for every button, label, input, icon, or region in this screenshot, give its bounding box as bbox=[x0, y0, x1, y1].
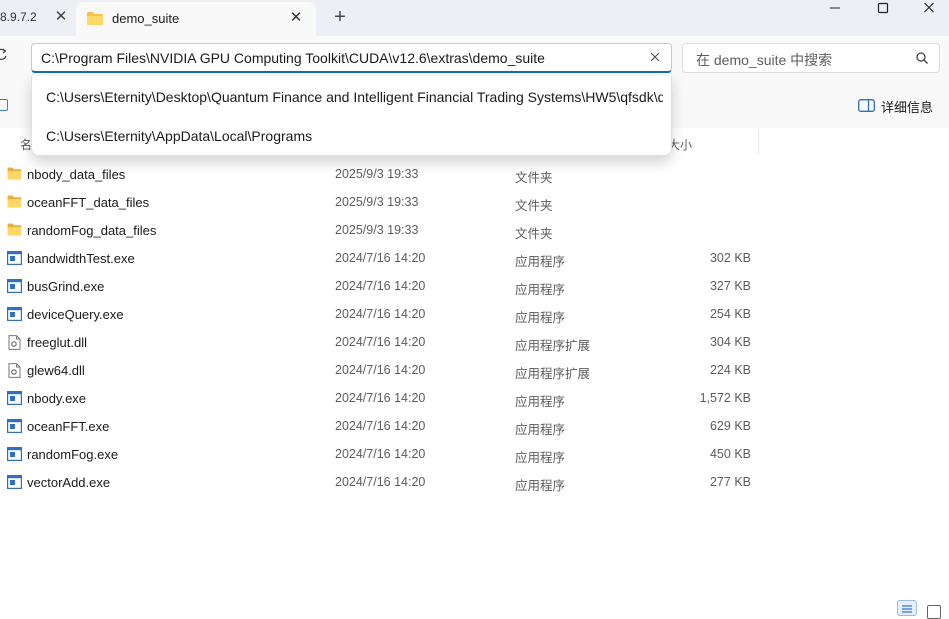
file-row[interactable]: randomFog.exe 2024/7/16 14:20 应用程序 450 KB bbox=[0, 440, 949, 468]
refresh-icon[interactable] bbox=[0, 48, 8, 66]
close-window-button[interactable] bbox=[906, 0, 949, 20]
file-date-modified: 2024/7/16 14:20 bbox=[335, 335, 426, 349]
folder-icon bbox=[7, 195, 22, 209]
address-path[interactable]: C:\Program Files\NVIDIA GPU Computing To… bbox=[41, 50, 545, 66]
minimize-button[interactable] bbox=[812, 0, 858, 20]
file-name: oceanFFT_data_files bbox=[27, 195, 150, 210]
tab-demo-suite[interactable]: demo_suite ✕ bbox=[76, 2, 316, 36]
file-row[interactable]: busGrind.exe 2024/7/16 14:20 应用程序 327 KB bbox=[0, 272, 949, 300]
details-view-button[interactable] bbox=[897, 600, 917, 616]
file-type: 文件夹 bbox=[515, 199, 553, 213]
file-name: glew64.dll bbox=[27, 363, 85, 378]
file-name: deviceQuery.exe bbox=[27, 307, 124, 322]
file-row[interactable]: glew64.dll 2024/7/16 14:20 应用程序扩展 224 KB bbox=[0, 356, 949, 384]
file-type: 应用程序扩展 bbox=[515, 367, 591, 381]
column-divider[interactable] bbox=[758, 130, 759, 154]
exe-icon bbox=[7, 475, 23, 490]
file-type: 应用程序扩展 bbox=[515, 339, 591, 353]
file-date-modified: 2024/7/16 14:20 bbox=[335, 391, 426, 405]
exe-icon bbox=[7, 447, 23, 462]
file-date-modified: 2024/7/16 14:20 bbox=[335, 475, 426, 489]
file-size: 1,572 KB bbox=[699, 391, 751, 405]
file-size: 629 KB bbox=[709, 419, 751, 433]
clear-address-icon[interactable] bbox=[649, 48, 661, 70]
exe-icon bbox=[7, 307, 23, 322]
file-type: 文件夹 bbox=[515, 227, 553, 241]
file-size: 327 KB bbox=[709, 279, 751, 293]
tab-previous-title: -8.9.7.2 bbox=[0, 10, 37, 24]
file-date-modified: 2024/7/16 14:20 bbox=[335, 279, 426, 293]
file-date-modified: 2025/9/3 19:33 bbox=[335, 195, 419, 209]
search-box[interactable]: 在 demo_suite 中搜索 bbox=[682, 43, 940, 73]
file-date-modified: 2024/7/16 14:20 bbox=[335, 307, 426, 321]
file-row[interactable]: oceanFFT_data_files 2025/9/3 19:33 文件夹 bbox=[0, 188, 949, 216]
exe-icon bbox=[7, 419, 23, 434]
file-name: nbody_data_files bbox=[27, 167, 126, 182]
file-row[interactable]: oceanFFT.exe 2024/7/16 14:20 应用程序 629 KB bbox=[0, 412, 949, 440]
file-type: 应用程序 bbox=[515, 451, 566, 465]
file-name: busGrind.exe bbox=[27, 279, 105, 294]
folder-icon bbox=[86, 11, 104, 29]
details-pane-label: 详细信息 bbox=[881, 100, 934, 115]
file-date-modified: 2025/9/3 19:33 bbox=[335, 167, 419, 181]
file-size: 224 KB bbox=[709, 363, 751, 377]
file-type: 应用程序 bbox=[515, 479, 566, 493]
file-type: 应用程序 bbox=[515, 395, 566, 409]
file-size: 254 KB bbox=[709, 307, 751, 321]
exe-icon bbox=[7, 279, 23, 294]
file-name: vectorAdd.exe bbox=[27, 475, 111, 490]
file-name: nbody.exe bbox=[27, 391, 87, 406]
exe-icon bbox=[7, 251, 23, 266]
file-date-modified: 2024/7/16 14:20 bbox=[335, 363, 426, 377]
address-suggestion-item[interactable]: C:\Users\Eternity\Desktop\Quantum Financ… bbox=[46, 89, 663, 105]
folder-icon bbox=[7, 167, 22, 181]
file-type: 应用程序 bbox=[515, 423, 566, 437]
file-type: 文件夹 bbox=[515, 171, 553, 185]
file-date-modified: 2024/7/16 14:20 bbox=[335, 419, 426, 433]
file-row[interactable]: nbody.exe 2024/7/16 14:20 应用程序 1,572 KB bbox=[0, 384, 949, 412]
address-suggestions: C:\Users\Eternity\Desktop\Quantum Financ… bbox=[31, 76, 672, 156]
exe-icon bbox=[7, 391, 23, 406]
maximize-button[interactable] bbox=[860, 0, 906, 20]
file-size: 277 KB bbox=[709, 475, 751, 489]
file-size: 450 KB bbox=[709, 447, 751, 461]
dll-icon bbox=[7, 363, 22, 378]
toolbar-partial-icon[interactable] bbox=[0, 99, 8, 111]
new-tab-button[interactable]: + bbox=[330, 7, 350, 27]
address-bar[interactable]: C:\Program Files\NVIDIA GPU Computing To… bbox=[31, 43, 672, 73]
file-row[interactable]: bandwidthTest.exe 2024/7/16 14:20 应用程序 302 … bbox=[0, 244, 949, 272]
dll-icon bbox=[7, 335, 22, 350]
file-size: 302 KB bbox=[709, 251, 751, 265]
address-suggestion-item[interactable]: C:\Users\Eternity\AppData\Local\Programs bbox=[46, 128, 663, 144]
file-list: nbody_data_files 2025/9/3 19:33 文件夹 oceanFF… bbox=[0, 160, 949, 496]
file-row[interactable]: freeglut.dll 2024/7/16 14:20 应用程序扩展 304 KB bbox=[0, 328, 949, 356]
large-icons-view-button[interactable] bbox=[927, 605, 941, 619]
file-type: 应用程序 bbox=[515, 283, 566, 297]
file-row[interactable]: vectorAdd.exe 2024/7/16 14:20 应用程序 277 KB bbox=[0, 468, 949, 496]
title-bar: -8.9.7.2 ✕ demo_suite ✕ + bbox=[0, 0, 949, 36]
search-placeholder: 在 demo_suite 中搜索 bbox=[696, 52, 833, 68]
tab-previous-close-icon[interactable]: ✕ bbox=[52, 8, 70, 26]
file-row[interactable]: randomFog_data_files 2025/9/3 19:33 文件夹 bbox=[0, 216, 949, 244]
file-name: bandwidthTest.exe bbox=[27, 251, 135, 266]
file-name: oceanFFT.exe bbox=[27, 419, 110, 434]
details-pane-icon bbox=[858, 99, 875, 115]
tab-active-title: demo_suite bbox=[112, 11, 180, 26]
file-name: randomFog_data_files bbox=[27, 223, 157, 238]
file-type: 应用程序 bbox=[515, 255, 566, 269]
file-date-modified: 2024/7/16 14:20 bbox=[335, 447, 426, 461]
file-name: randomFog.exe bbox=[27, 447, 119, 462]
tab-previous[interactable]: -8.9.7.2 ✕ bbox=[0, 0, 72, 36]
file-size: 304 KB bbox=[709, 335, 751, 349]
file-type: 应用程序 bbox=[515, 311, 566, 325]
folder-icon bbox=[7, 223, 22, 237]
file-date-modified: 2025/9/3 19:33 bbox=[335, 223, 419, 237]
tab-close-icon[interactable]: ✕ bbox=[286, 8, 306, 28]
file-row[interactable]: deviceQuery.exe 2024/7/16 14:20 应用程序 254 KB bbox=[0, 300, 949, 328]
search-icon[interactable] bbox=[915, 51, 929, 68]
file-row[interactable]: nbody_data_files 2025/9/3 19:33 文件夹 bbox=[0, 160, 949, 188]
file-date-modified: 2024/7/16 14:20 bbox=[335, 251, 426, 265]
file-name: freeglut.dll bbox=[27, 335, 87, 350]
